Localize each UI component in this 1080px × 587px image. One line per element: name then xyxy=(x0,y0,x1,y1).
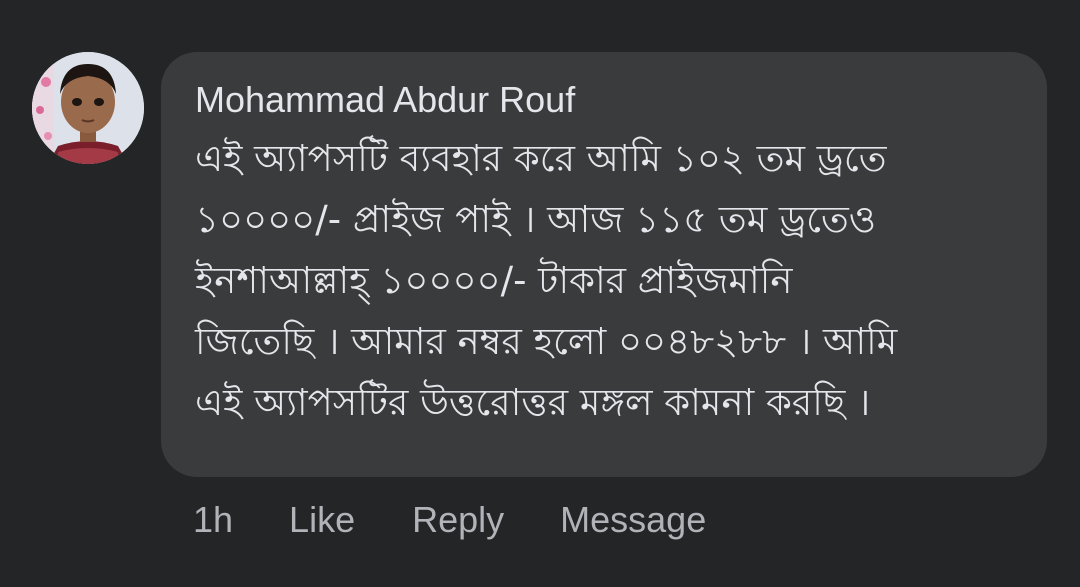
comment-bubble: Mohammad Abdur Rouf এই অ্যাপসটি ব্যবহার … xyxy=(161,52,1047,477)
avatar[interactable] xyxy=(32,52,144,164)
comment-text-line: জিতেছি । আমার নম্বর হলো ০০৪৮২৮৮ । আমি xyxy=(195,320,898,363)
comment-text-line: ১০০০০/- প্রাইজ পাই । আজ ১১৫ তম ড্রতেও xyxy=(195,198,876,241)
comment-timestamp[interactable]: 1h xyxy=(193,499,233,541)
reply-button[interactable]: Reply xyxy=(412,499,504,541)
profile-photo-image xyxy=(32,52,144,164)
comment-actions: 1h Like Reply Message xyxy=(193,496,706,544)
comment-author[interactable]: Mohammad Abdur Rouf xyxy=(195,78,1047,122)
comment-text: এই অ্যাপসটি ব্যবহার করে আমি ১০২ তম ড্রতে… xyxy=(195,128,1047,433)
comment-text-line: এই অ্যাপসটির উত্তরোত্তর মঙ্গল কামনা করছি… xyxy=(195,381,871,424)
message-button[interactable]: Message xyxy=(560,499,706,541)
like-button[interactable]: Like xyxy=(289,499,355,541)
comment-text-line: ইনশাআল্লাহ্ ১০০০০/- টাকার প্রাইজমানি xyxy=(195,259,793,302)
comment-text-line: এই অ্যাপসটি ব্যবহার করে আমি ১০২ তম ড্রতে xyxy=(195,137,887,180)
